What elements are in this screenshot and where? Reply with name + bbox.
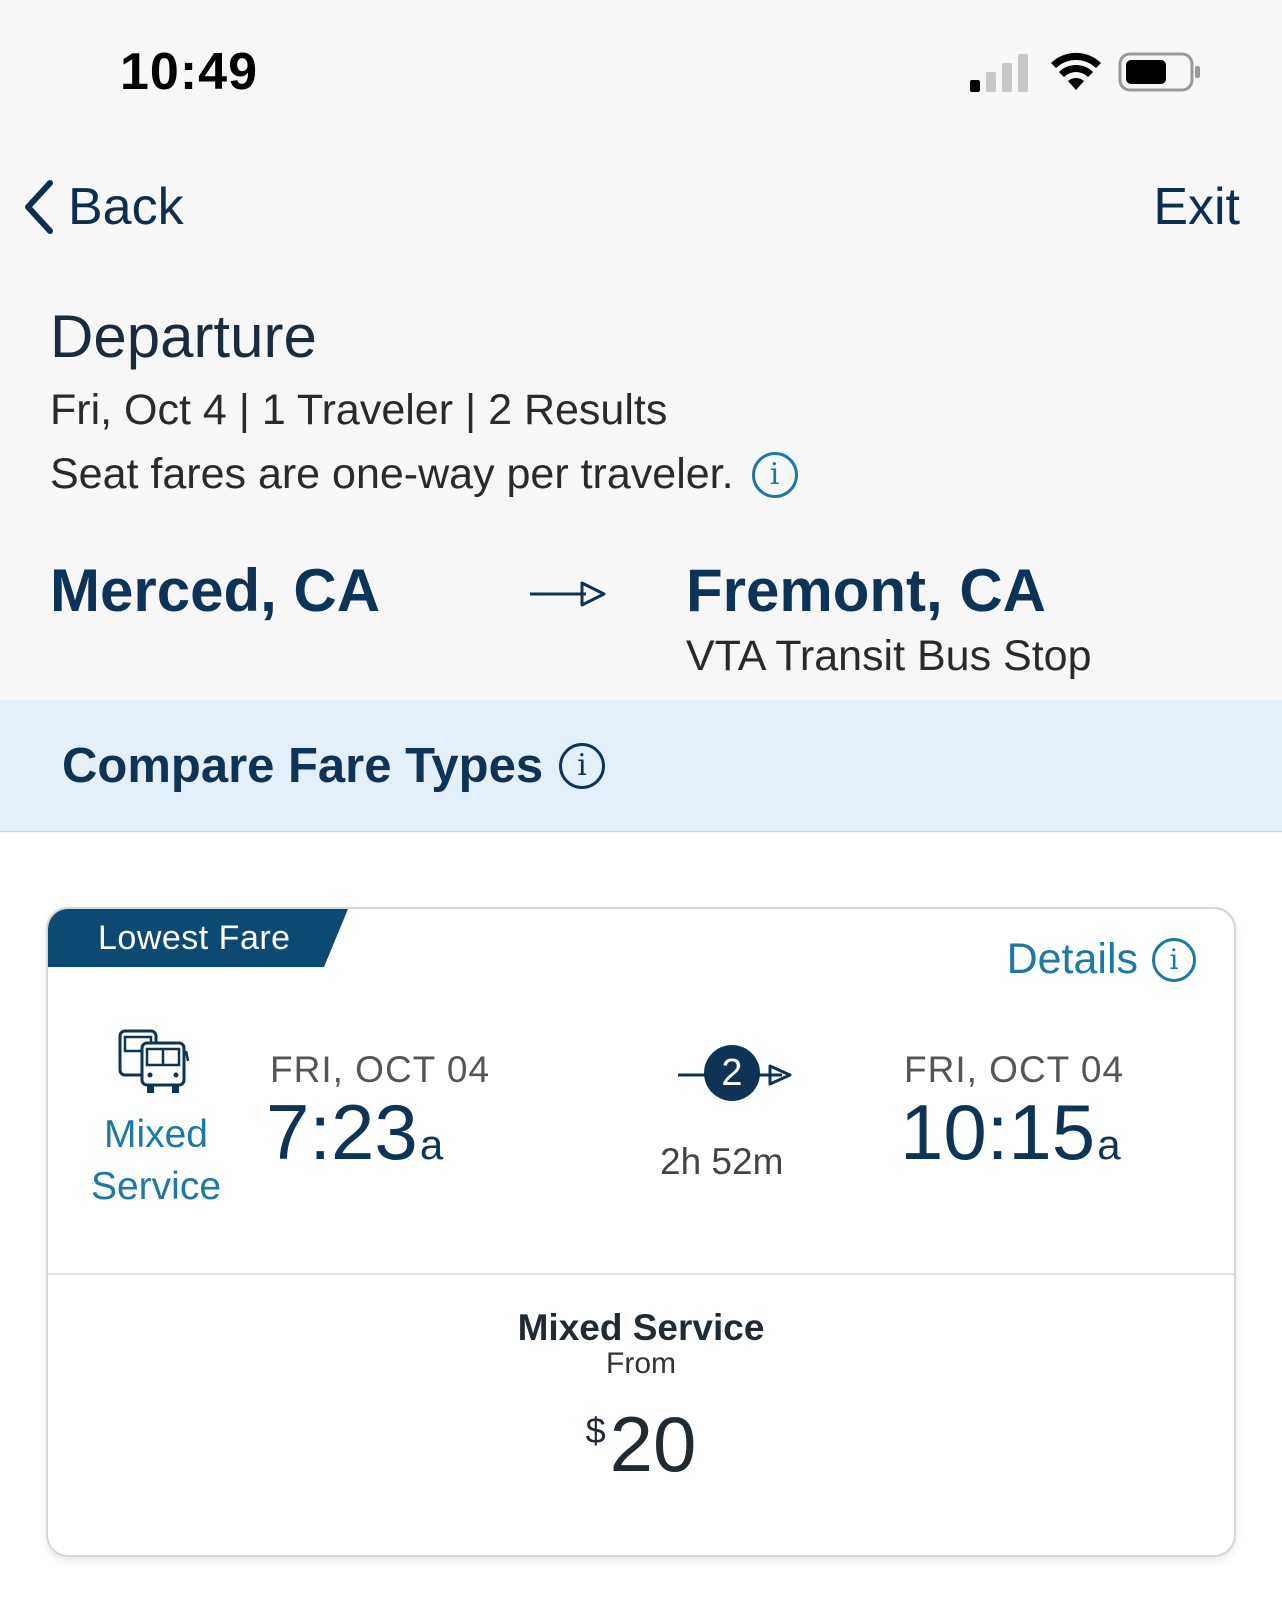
arrival-date: FRI, OCT 04 [904, 1049, 1125, 1090]
arrival-ampm: a [1097, 1121, 1121, 1168]
search-summary: Fri, Oct 4 | 1 Traveler | 2 Results [50, 386, 668, 434]
compare-fare-types-button[interactable]: Compare Fare Types i [0, 700, 1282, 832]
back-button[interactable]: Back [22, 172, 184, 242]
info-icon[interactable]: i [751, 451, 798, 498]
route-destination-stop: VTA Transit Bus Stop [686, 632, 1092, 680]
bus-icon [118, 1029, 190, 1093]
fare-price[interactable]: $20 [48, 1399, 1234, 1490]
arrival-time-value: 10:15 [900, 1088, 1096, 1176]
lowest-fare-badge: Lowest Fare [48, 909, 348, 967]
compare-fare-types-label: Compare Fare Types [62, 738, 544, 793]
departure-ampm: a [419, 1121, 444, 1168]
arrival-time: 10:15a [900, 1087, 1121, 1178]
fare-note: Seat fares are one-way per traveler. i [50, 450, 798, 499]
page-title: Departure [50, 303, 317, 370]
exit-button[interactable]: Exit [1153, 172, 1240, 242]
fare-note-text: Seat fares are one-way per traveler. [50, 450, 734, 498]
card-divider [48, 1273, 1234, 1275]
trip-duration: 2h 52m [660, 1141, 784, 1182]
info-icon: i [1152, 937, 1196, 982]
chevron-left-icon [25, 180, 53, 234]
signal-icon [970, 54, 1028, 92]
route-origin: Merced, CA [50, 557, 381, 624]
route-destination: Fremont, CA [686, 557, 1046, 624]
back-label: Back [68, 178, 184, 236]
info-icon[interactable]: i [559, 742, 606, 789]
status-time: 10:49 [120, 43, 258, 101]
battery-icon [1118, 52, 1200, 92]
result-card[interactable]: Lowest Fare Details i Mixed Service FRI,… [46, 907, 1236, 1557]
details-label: Details [1006, 935, 1138, 983]
price-value: 20 [609, 1400, 697, 1488]
fare-type-label: Mixed Service [517, 1307, 765, 1348]
service-label-line2: Service [90, 1165, 222, 1208]
status-bar: 10:49 [0, 0, 1282, 140]
fare-from-label: From [606, 1347, 676, 1380]
details-link[interactable]: Details i [1007, 935, 1196, 984]
departure-time: 7:23a [266, 1087, 443, 1178]
departure-date: FRI, OCT 04 [270, 1049, 491, 1090]
wifi-icon [1051, 52, 1101, 90]
currency-symbol: $ [585, 1410, 606, 1451]
stops-count-badge: 2 [704, 1045, 760, 1101]
departure-time-value: 7:23 [266, 1088, 418, 1176]
service-type-label: Mixed Service [76, 1109, 236, 1213]
service-label-line1: Mixed [103, 1113, 209, 1156]
arrow-right-icon [530, 581, 606, 607]
